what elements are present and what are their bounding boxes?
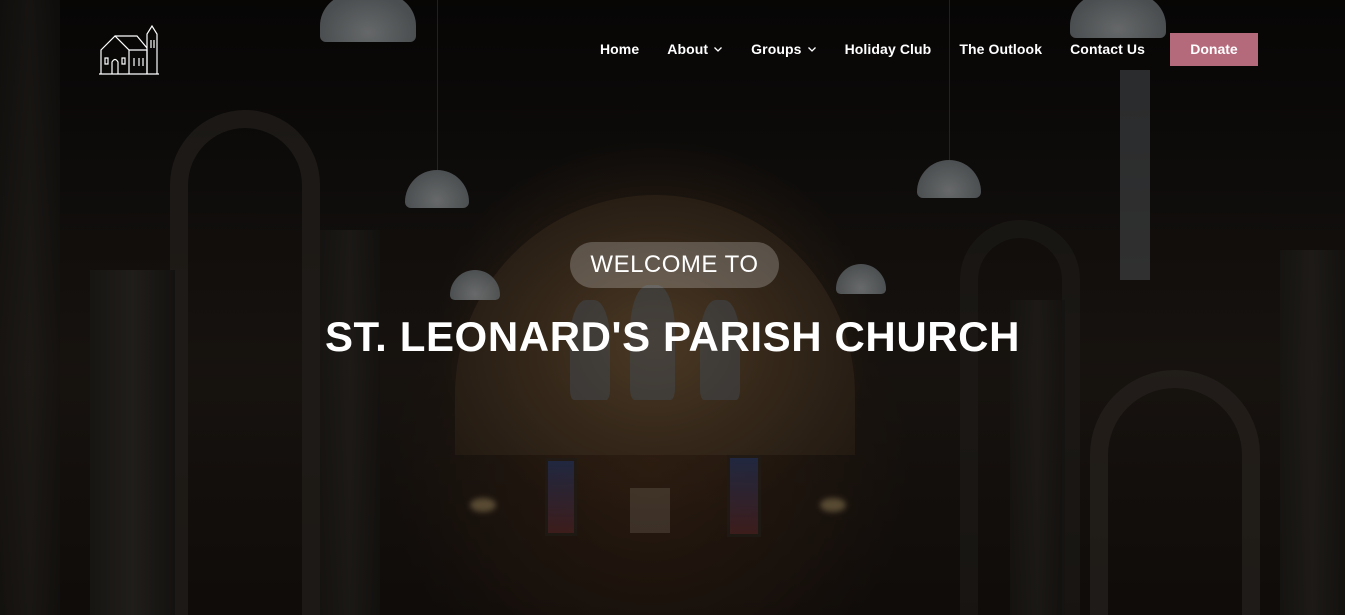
nav-contact-us-label: Contact Us [1070,41,1145,57]
nav-groups-label: Groups [751,41,802,57]
nav-holiday-club[interactable]: Holiday Club [845,41,932,57]
nav-the-outlook-label: The Outlook [959,41,1043,57]
nav-home-label: Home [599,41,640,57]
welcome-badge: WELCOME TO [570,242,779,288]
donate-button[interactable]: Donate [1170,32,1258,66]
nav-the-outlook[interactable]: The Outlook [959,41,1042,57]
chevron-down-icon [714,47,723,52]
nav-about[interactable]: About [667,41,723,57]
church-icon [99,24,159,75]
church-logo[interactable] [97,24,161,78]
nav-groups[interactable]: Groups [751,41,816,57]
hero-overlay [0,0,1345,615]
nav-home[interactable]: Home [600,41,639,57]
nav-holiday-club-label: Holiday Club [844,41,932,57]
nav-about-label: About [667,41,709,57]
chevron-down-icon [807,47,816,52]
nav-contact-us[interactable]: Contact Us [1070,41,1145,57]
hero-background [0,0,1345,615]
main-nav: Home About Groups Holiday Club The Outlo… [600,32,1258,66]
page-title: ST. LEONARD'S PARISH CHURCH [324,313,1021,360]
